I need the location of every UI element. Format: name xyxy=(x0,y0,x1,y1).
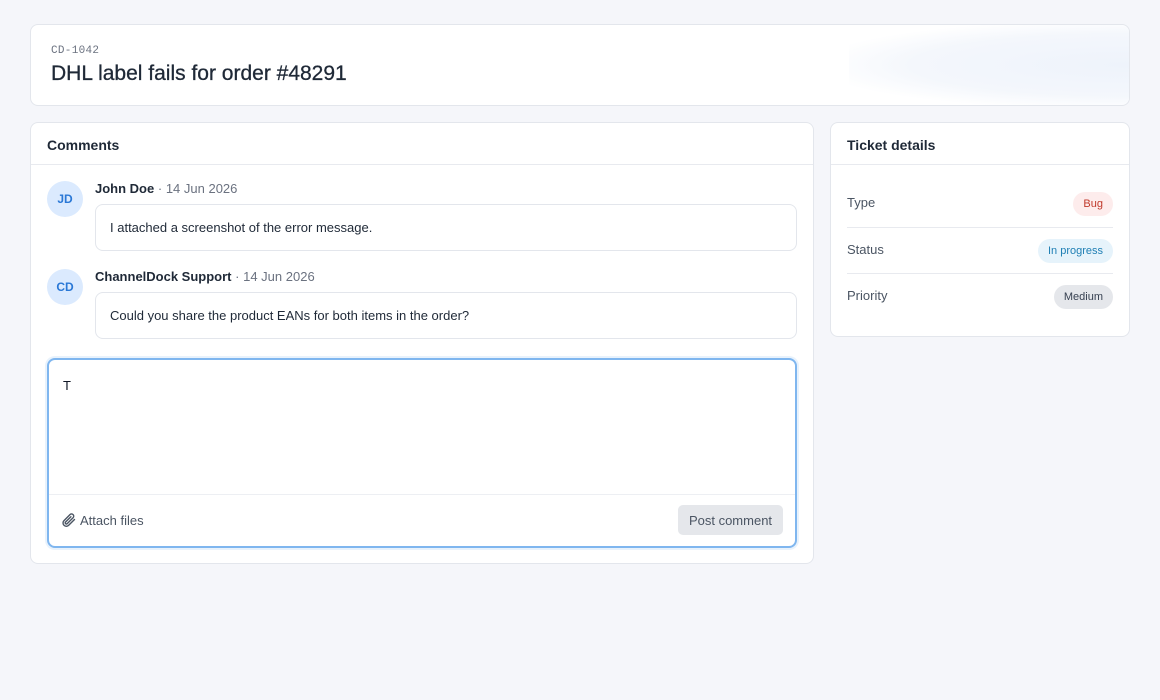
comment-date: 14 Jun 2026 xyxy=(165,181,238,196)
detail-label: Status xyxy=(847,242,884,257)
avatar: JD xyxy=(47,181,83,217)
comments-panel-title: Comments xyxy=(31,123,813,165)
paperclip-icon xyxy=(61,512,77,528)
comment-body: Could you share the product EANs for bot… xyxy=(95,292,797,339)
post-comment-button[interactable]: Post comment xyxy=(678,505,783,535)
detail-row-priority: Priority Medium xyxy=(847,274,1113,320)
detail-label: Type xyxy=(847,195,876,210)
status-badge: In progress xyxy=(1037,239,1113,263)
meta-separator: · xyxy=(157,181,163,196)
comment-date: 14 Jun 2026 xyxy=(243,269,315,284)
meta-separator: · xyxy=(235,269,240,284)
comment-author: John Doe xyxy=(95,181,155,196)
ticket-details-panel: Ticket details Type Bug Status In progre… xyxy=(830,122,1130,337)
ticket-header: CD-1042 DHL label fails for order #48291 xyxy=(30,24,1130,106)
header-decoration xyxy=(849,25,1129,105)
ticket-id: CD-1042 xyxy=(51,45,100,57)
editor-footer: Attach files Post comment xyxy=(49,494,795,546)
type-badge: Bug xyxy=(1073,192,1113,216)
page-title: DHL label fails for order #48291 xyxy=(51,62,347,85)
comments-panel: Comments JD John Doe · 14 Jun 2026 I att… xyxy=(30,122,814,564)
comment-author: ChannelDock Support xyxy=(95,269,232,284)
comment-meta: ChannelDock Support · 14 Jun 2026 xyxy=(95,269,315,284)
comment-editor[interactable]: T Attach files Post comment xyxy=(47,358,797,548)
comment-meta: John Doe · 14 Jun 2026 xyxy=(95,181,237,196)
comment-input[interactable]: T xyxy=(63,378,71,393)
avatar: CD xyxy=(47,269,83,305)
detail-label: Priority xyxy=(847,288,888,303)
ticket-details-title: Ticket details xyxy=(831,123,1129,165)
detail-row-status: Status In progress xyxy=(847,228,1113,274)
priority-badge: Medium xyxy=(1053,285,1113,309)
comment-body: I attached a screenshot of the error mes… xyxy=(95,204,797,251)
attach-files-label: Attach files xyxy=(80,512,144,528)
attach-files-button[interactable]: Attach files xyxy=(61,512,144,528)
detail-row-type: Type Bug xyxy=(847,182,1113,228)
